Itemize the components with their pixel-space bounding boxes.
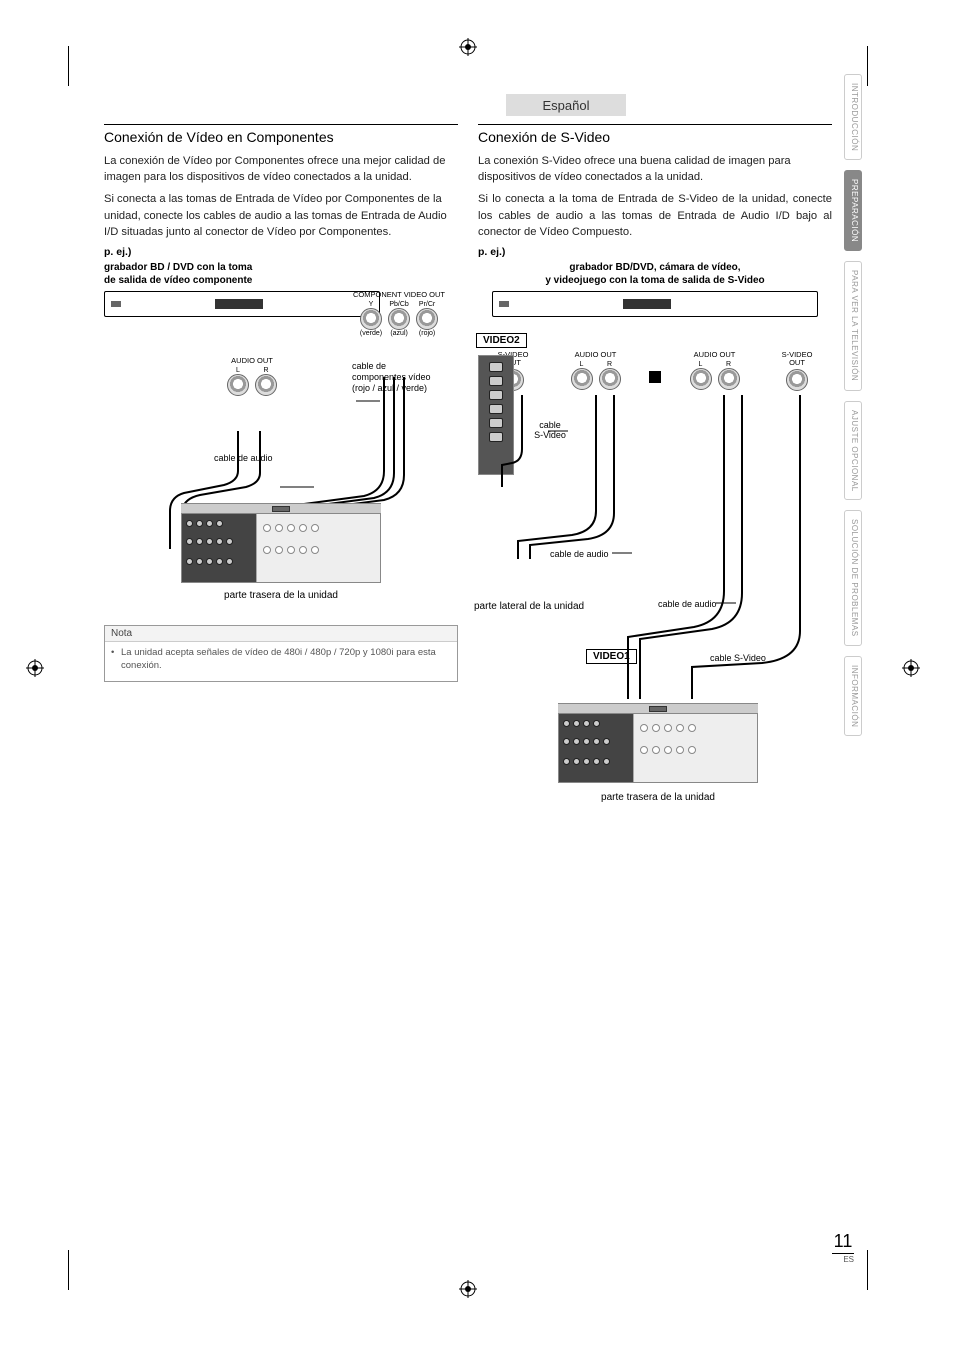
crop-mark-icon <box>867 1250 868 1290</box>
diagram-svideo: VIDEO2 S-VIDEO OUT AUDIO OUT L R <box>478 291 832 811</box>
tab-informacion[interactable]: INFORMACIÓN <box>844 656 862 736</box>
rear-panel-icon <box>558 703 758 783</box>
hdmi-slot-icon <box>649 706 667 712</box>
audio-out-block: AUDIO OUT L R <box>220 357 284 398</box>
section-component-video: Conexión de Vídeo en Componentes La cone… <box>104 124 458 811</box>
paragraph: La conexión S-Video ofrece una buena cal… <box>478 153 832 185</box>
paragraph: La conexión de Vídeo por Componentes ofr… <box>104 153 458 185</box>
heading-svideo: Conexión de S-Video <box>478 124 832 145</box>
crop-mark-icon <box>68 46 69 86</box>
section-svideo: Conexión de S-Video La conexión S-Video … <box>478 124 832 811</box>
tab-preparacion[interactable]: PREPARACIÓN <box>844 170 862 251</box>
jack-label: (azul) <box>388 330 410 337</box>
page-lang-code: ES <box>832 1255 854 1264</box>
rca-jack-icon <box>255 374 277 396</box>
jack-label: (verde) <box>360 330 382 337</box>
component-out-block: COMPONENT VIDEO OUT Y (verde) Pb/Cb (azu… <box>346 291 452 339</box>
diagram-component: COMPONENT VIDEO OUT Y (verde) Pb/Cb (azu… <box>104 291 458 601</box>
registration-mark-icon <box>459 1280 477 1298</box>
rear-caption: parte trasera de la unidad <box>558 792 758 803</box>
cable-label: cable de componentes vídeo (rojo / azul … <box>352 361 460 393</box>
jack-label: R <box>255 367 277 374</box>
component-out-label: COMPONENT VIDEO OUT <box>346 291 452 299</box>
registration-mark-icon <box>459 38 477 56</box>
hdmi-slot-icon <box>272 506 290 512</box>
tab-introduccion[interactable]: INTRODUCCIÓN <box>844 74 862 160</box>
crop-mark-icon <box>867 46 868 86</box>
rear-caption: parte trasera de la unidad <box>104 590 458 601</box>
registration-mark-icon <box>26 659 44 677</box>
section-index-tabs: INTRODUCCIÓN PREPARACIÓN PARA VER LA TEL… <box>844 74 862 736</box>
example-label: p. ej.) <box>104 246 458 258</box>
tab-ajuste-opcional[interactable]: AJUSTE OPCIONAL <box>844 401 862 501</box>
device-label: grabador BD / DVD con la toma de salida … <box>104 262 458 287</box>
tab-solucion-problemas[interactable]: SOLUCIÓN DE PROBLEMAS <box>844 510 862 646</box>
jack-label: Pb/Cb <box>388 301 410 308</box>
paragraph: Si conecta a las tomas de Entrada de Víd… <box>104 191 458 240</box>
crop-mark-icon <box>68 1250 69 1290</box>
page-number-value: 11 <box>832 1231 854 1254</box>
jack-label: Pr/Cr <box>416 301 438 308</box>
note-box: Nota La unidad acepta señales de vídeo d… <box>104 625 458 682</box>
cable-label: cable de audio <box>214 453 273 463</box>
tab-ver-tv[interactable]: PARA VER LA TELEVISIÓN <box>844 261 862 390</box>
jack-label: Y <box>360 301 382 308</box>
paragraph: Si lo conecta a la toma de Entrada de S-… <box>478 191 832 240</box>
rear-panel-icon <box>181 503 381 583</box>
rca-jack-icon <box>416 308 438 330</box>
rca-jack-icon <box>227 374 249 396</box>
example-label: p. ej.) <box>478 246 832 258</box>
page-number: 11 ES <box>832 1231 854 1264</box>
device-label: grabador BD/DVD, cámara de vídeo, y vide… <box>478 262 832 287</box>
jack-label: (rojo) <box>416 330 438 337</box>
language-tab: Español <box>506 94 626 116</box>
audio-out-label: AUDIO OUT <box>220 357 284 365</box>
note-body: La unidad acepta señales de vídeo de 480… <box>105 642 457 681</box>
heading-component: Conexión de Vídeo en Componentes <box>104 124 458 145</box>
bd-dvd-device-icon <box>104 291 380 317</box>
rca-jack-icon <box>388 308 410 330</box>
rca-jack-icon <box>360 308 382 330</box>
jack-label: L <box>227 367 249 374</box>
registration-mark-icon <box>902 659 920 677</box>
